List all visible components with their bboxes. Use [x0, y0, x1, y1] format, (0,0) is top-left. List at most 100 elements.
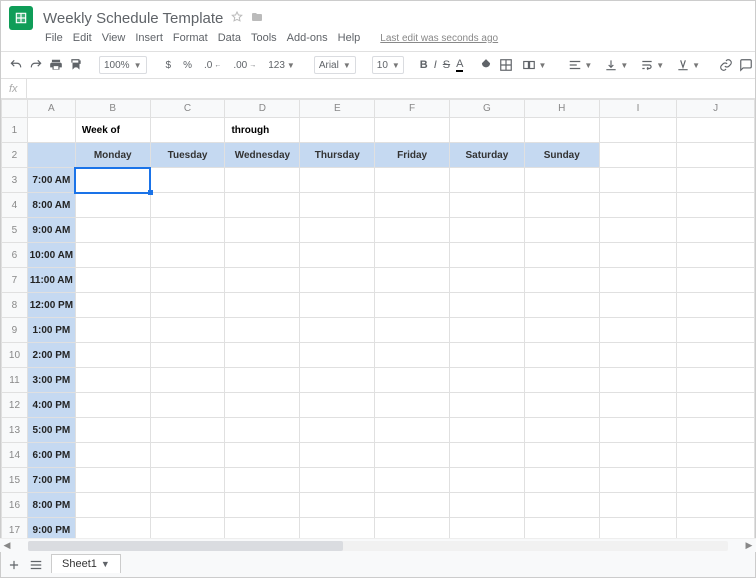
cell[interactable]	[375, 293, 450, 318]
insert-link-button[interactable]	[719, 55, 733, 75]
italic-button[interactable]: I	[434, 55, 437, 75]
cell[interactable]	[150, 468, 225, 493]
cell[interactable]	[75, 468, 150, 493]
cell[interactable]	[75, 268, 150, 293]
last-edit-link[interactable]: Last edit was seconds ago	[380, 33, 498, 44]
cell[interactable]: Monday	[75, 143, 150, 168]
cell[interactable]: Saturday	[450, 143, 525, 168]
cell[interactable]	[375, 193, 450, 218]
cell[interactable]	[300, 468, 375, 493]
cell[interactable]	[300, 318, 375, 343]
cell[interactable]	[225, 443, 300, 468]
cell[interactable]	[225, 418, 300, 443]
cell[interactable]	[75, 243, 150, 268]
cell[interactable]: 9:00 AM	[27, 218, 75, 243]
text-rotation-button[interactable]: ▼	[673, 58, 703, 72]
cell[interactable]	[524, 243, 599, 268]
strikethrough-button[interactable]: S	[443, 55, 450, 75]
menu-edit[interactable]: Edit	[73, 32, 92, 44]
cell[interactable]	[75, 418, 150, 443]
cell[interactable]	[300, 268, 375, 293]
cell[interactable]	[150, 493, 225, 518]
cell[interactable]	[450, 268, 525, 293]
cell[interactable]	[225, 193, 300, 218]
cell[interactable]	[599, 143, 677, 168]
menu-format[interactable]: Format	[173, 32, 208, 44]
cell[interactable]	[450, 318, 525, 343]
cell[interactable]	[524, 293, 599, 318]
cell[interactable]	[150, 268, 225, 293]
undo-button[interactable]	[9, 55, 23, 75]
cell[interactable]	[27, 143, 75, 168]
cell[interactable]	[150, 243, 225, 268]
cell[interactable]	[524, 218, 599, 243]
cell[interactable]	[450, 118, 525, 143]
cell[interactable]	[599, 343, 677, 368]
cell[interactable]	[375, 168, 450, 193]
cell[interactable]	[524, 168, 599, 193]
text-wrap-button[interactable]: ▼	[637, 58, 667, 72]
cell[interactable]: Week of	[75, 118, 150, 143]
cell[interactable]	[524, 393, 599, 418]
fill-color-button[interactable]	[479, 55, 493, 75]
cell[interactable]	[450, 168, 525, 193]
cell[interactable]	[677, 268, 755, 293]
redo-button[interactable]	[29, 55, 43, 75]
cell[interactable]: Tuesday	[150, 143, 225, 168]
cell[interactable]	[599, 418, 677, 443]
formula-input[interactable]	[27, 79, 755, 98]
cell[interactable]	[375, 368, 450, 393]
cell[interactable]	[450, 218, 525, 243]
cell[interactable]	[677, 143, 755, 168]
all-sheets-button[interactable]	[29, 558, 43, 572]
cell[interactable]	[450, 443, 525, 468]
cell[interactable]	[75, 193, 150, 218]
folder-icon[interactable]	[251, 11, 263, 26]
cell[interactable]	[300, 418, 375, 443]
cell[interactable]	[150, 168, 225, 193]
select-all-corner[interactable]	[2, 100, 28, 118]
cell[interactable]	[225, 218, 300, 243]
menu-addons[interactable]: Add-ons	[287, 32, 328, 44]
cell[interactable]	[375, 343, 450, 368]
cell[interactable]	[450, 368, 525, 393]
cell[interactable]	[677, 193, 755, 218]
cell[interactable]: through	[225, 118, 300, 143]
cell[interactable]	[450, 468, 525, 493]
add-sheet-button[interactable]	[7, 558, 21, 572]
paint-format-button[interactable]	[69, 55, 83, 75]
col-header[interactable]: C	[150, 100, 225, 118]
cell[interactable]	[677, 293, 755, 318]
currency-button[interactable]: $	[163, 60, 175, 71]
cell[interactable]	[375, 118, 450, 143]
row-header[interactable]: 11	[2, 368, 28, 393]
cell[interactable]	[300, 293, 375, 318]
cell[interactable]	[599, 218, 677, 243]
cell[interactable]	[375, 493, 450, 518]
cell[interactable]	[524, 318, 599, 343]
cell[interactable]	[300, 393, 375, 418]
cell[interactable]	[524, 368, 599, 393]
cell[interactable]	[677, 493, 755, 518]
cell[interactable]: 5:00 PM	[27, 418, 75, 443]
cell[interactable]	[524, 118, 599, 143]
cell[interactable]	[150, 293, 225, 318]
menu-help[interactable]: Help	[338, 32, 361, 44]
row-header[interactable]: 15	[2, 468, 28, 493]
cell[interactable]: 4:00 PM	[27, 393, 75, 418]
font-size-select[interactable]: 10▼	[372, 56, 404, 74]
bold-button[interactable]: B	[420, 55, 428, 75]
cell[interactable]	[150, 418, 225, 443]
cell[interactable]: 1:00 PM	[27, 318, 75, 343]
cell[interactable]	[450, 293, 525, 318]
menu-data[interactable]: Data	[218, 32, 241, 44]
cell[interactable]: 6:00 PM	[27, 443, 75, 468]
row-header[interactable]: 4	[2, 193, 28, 218]
sheets-logo-icon[interactable]	[9, 6, 33, 30]
star-icon[interactable]	[231, 11, 243, 26]
vertical-align-button[interactable]: ▼	[601, 58, 631, 72]
sheet-tab[interactable]: Sheet1▼	[51, 554, 121, 573]
cell[interactable]	[150, 393, 225, 418]
print-button[interactable]	[49, 55, 63, 75]
col-header[interactable]: G	[450, 100, 525, 118]
